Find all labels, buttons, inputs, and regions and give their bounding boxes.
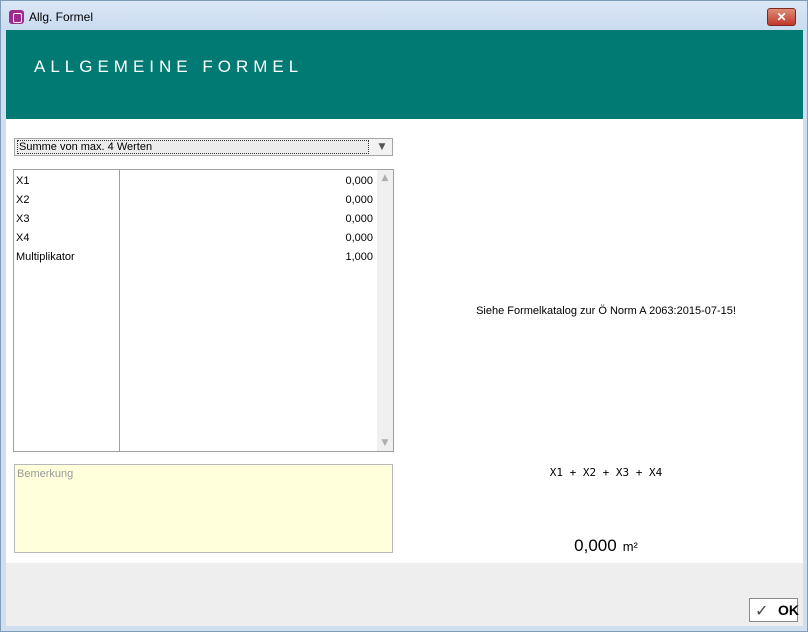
window-title: Allg. Formel <box>29 10 94 24</box>
result-value: 0,000 <box>574 536 617 555</box>
content-area: Summe von max. 4 Werten ▼ X1 0,000 X2 0,… <box>6 119 803 563</box>
table-row[interactable]: X4 0,000 <box>14 229 377 248</box>
parameter-grid: X1 0,000 X2 0,000 X3 0,000 X4 0,000 Mult… <box>13 169 394 452</box>
scroll-up-icon[interactable]: ▲ <box>377 170 393 186</box>
grid-scrollbar[interactable]: ▲ ▼ <box>377 170 393 451</box>
ok-button[interactable]: ✓ OK <box>749 598 799 622</box>
parameter-value[interactable]: 1,000 <box>345 251 373 263</box>
title-bar[interactable]: Allg. Formel ✕ <box>1 1 807 31</box>
chevron-down-icon[interactable]: ▼ <box>375 140 389 154</box>
app-icon <box>9 10 24 24</box>
result-unit: m² <box>622 539 638 554</box>
table-row[interactable]: Multiplikator 1,000 <box>14 248 377 267</box>
parameter-value[interactable]: 0,000 <box>345 194 373 206</box>
parameter-value[interactable]: 0,000 <box>345 213 373 225</box>
parameter-value[interactable]: 0,000 <box>345 232 373 244</box>
page-title: ALLGEMEINE FORMEL <box>34 57 304 76</box>
footer-bar: ✓ OK <box>6 563 803 626</box>
formula-catalog-note: Siehe Formelkatalog zur Ö Norm A 2063:20… <box>476 305 736 317</box>
parameter-label: X4 <box>16 232 30 244</box>
dialog-client: ALLGEMEINE FORMEL Summe von max. 4 Werte… <box>6 30 803 626</box>
table-row[interactable]: X1 0,000 <box>14 172 377 191</box>
table-row[interactable]: X3 0,000 <box>14 210 377 229</box>
parameter-label: X1 <box>16 175 30 187</box>
check-icon: ✓ <box>755 603 769 620</box>
formula-select-value: Summe von max. 4 Werten <box>17 140 369 154</box>
parameter-label: Multiplikator <box>16 251 75 263</box>
table-row[interactable]: X2 0,000 <box>14 191 377 210</box>
header-band: ALLGEMEINE FORMEL <box>6 30 803 119</box>
scroll-down-icon[interactable]: ▼ <box>377 435 393 451</box>
remark-placeholder: Bemerkung <box>17 468 74 480</box>
close-icon: ✕ <box>776 10 787 24</box>
parameter-label: X3 <box>16 213 30 225</box>
parameter-value[interactable]: 0,000 <box>345 175 373 187</box>
dialog-window: Allg. Formel ✕ ALLGEMEINE FORMEL Summe v… <box>0 0 808 632</box>
close-button[interactable]: ✕ <box>767 8 796 26</box>
formula-select[interactable]: Summe von max. 4 Werten ▼ <box>14 138 393 156</box>
formula-expression: X1 + X2 + X3 + X4 <box>549 466 663 479</box>
parameter-label: X2 <box>16 194 30 206</box>
remark-field[interactable]: Bemerkung <box>14 464 393 553</box>
ok-label: OK <box>778 602 799 618</box>
result-display: 0,000 m² <box>446 536 766 556</box>
